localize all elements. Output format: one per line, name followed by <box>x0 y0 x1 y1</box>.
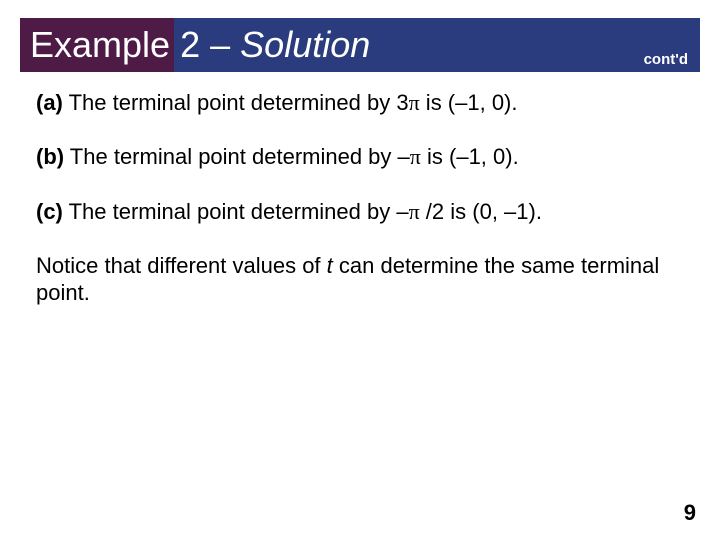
title-rest: 2 – Solution <box>174 27 370 63</box>
slide: Example 2 – Solution cont'd (a) The term… <box>0 0 720 540</box>
title-dash: – <box>210 24 230 65</box>
pi-b: π <box>410 144 421 169</box>
pi-c: π <box>409 199 420 224</box>
text-a2: is (–1, 0). <box>420 90 518 115</box>
page-number: 9 <box>684 500 696 526</box>
title-word: Solution <box>240 24 370 65</box>
label-a: (a) <box>36 90 63 115</box>
title-badge-text: Example <box>30 27 170 63</box>
line-b: (b) The terminal point determined by –π … <box>36 144 684 170</box>
pi-a: π <box>409 90 420 115</box>
note-1: Notice that different values of <box>36 253 327 278</box>
title-number: 2 <box>180 24 200 65</box>
text-a1: The terminal point determined by 3 <box>63 90 409 115</box>
title-badge: Example <box>20 18 174 72</box>
line-c: (c) The terminal point determined by –π … <box>36 199 684 225</box>
title-bar: Example 2 – Solution cont'd <box>20 18 700 72</box>
contd-label: cont'd <box>644 51 688 68</box>
text-c1: The terminal point determined by – <box>63 199 409 224</box>
slide-body: (a) The terminal point determined by 3π … <box>36 90 684 334</box>
label-c: (c) <box>36 199 63 224</box>
line-a: (a) The terminal point determined by 3π … <box>36 90 684 116</box>
line-note: Notice that different values of t can de… <box>36 253 684 306</box>
label-b: (b) <box>36 144 64 169</box>
text-b1: The terminal point determined by – <box>64 144 410 169</box>
text-b2: is (–1, 0). <box>421 144 519 169</box>
text-c2: /2 is (0, –1). <box>420 199 542 224</box>
